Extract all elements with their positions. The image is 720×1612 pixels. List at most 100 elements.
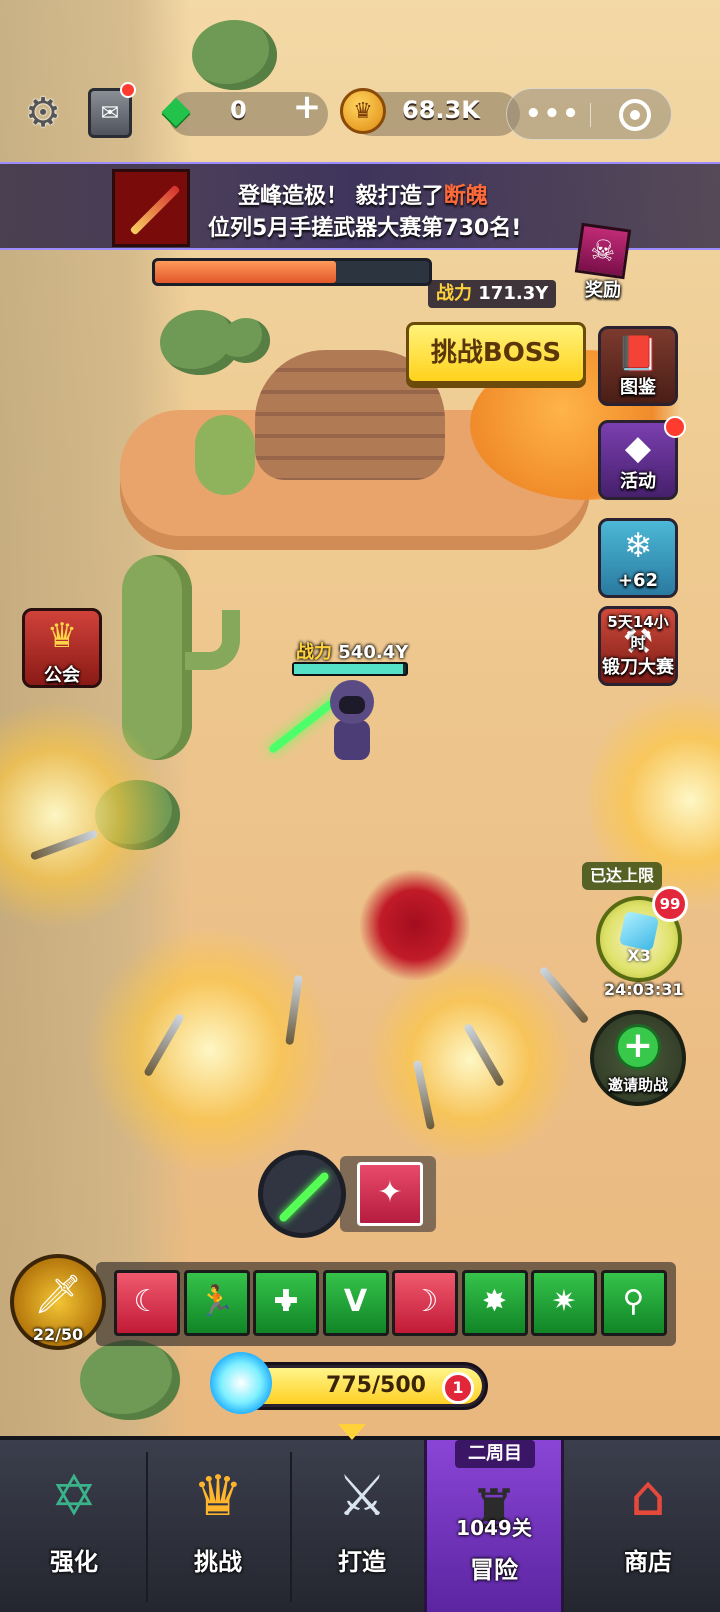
glowing-cube-icon	[210, 1352, 272, 1414]
coin-value: 68.3K	[402, 96, 480, 124]
ice-pet-icon: ❄	[623, 526, 653, 566]
gem-value: 0	[230, 96, 247, 124]
round-tag: 二周目	[455, 1440, 535, 1468]
bottom-nav: ✡ 强化 ♛ 挑战 ⚔ 打造 ♜ 冒险 ⌂ 商店	[0, 1436, 720, 1612]
gem-icon: ◆	[161, 87, 191, 131]
forge-contest-label: 锻刀大赛	[602, 657, 674, 678]
announcement-verb: 打造了	[377, 184, 444, 209]
hook-icon: ⚲	[622, 1284, 645, 1319]
nav-adventure-label: 冒险	[470, 1556, 518, 1584]
nav-pointer-icon	[338, 1424, 366, 1440]
boss-power-value: 171.3Y	[478, 283, 549, 304]
forge-badge: 1	[442, 1372, 474, 1404]
flame-crest-icon: ✦	[377, 1175, 403, 1210]
close-mini-program-icon[interactable]	[619, 99, 651, 131]
skill-slot[interactable]: ☽	[392, 1270, 458, 1336]
forge-contest-button[interactable]: 5天14小时 ⚒ 锻刀大赛	[598, 606, 678, 686]
skill-slot[interactable]: ✸	[461, 1270, 528, 1336]
equipped-weapon-slot[interactable]	[258, 1150, 346, 1238]
forge-level-button[interactable]: 🗡 22/50	[10, 1254, 106, 1350]
hero-power-tag: 战力 540.4Y	[296, 638, 408, 664]
ultimate-skill-button[interactable]: ✦	[357, 1162, 423, 1226]
buff-count-badge: 99	[652, 886, 688, 922]
guild-button[interactable]: ♛ 公会	[22, 608, 102, 688]
capsule-divider	[590, 103, 591, 127]
dash-runner-icon: 🏃	[197, 1284, 236, 1319]
nav-shop-label: 商店	[624, 1548, 672, 1576]
invite-label: 邀请助战	[607, 1076, 668, 1094]
reward-button[interactable]: ☠ 奖励	[572, 222, 634, 306]
boss-power-label: 战力	[436, 283, 472, 304]
nav-forge[interactable]: ⚔ 打造	[292, 1440, 432, 1612]
v-shield-icon: V	[343, 1284, 368, 1319]
sword-icon: ⚔	[336, 1464, 388, 1529]
nav-enhance[interactable]: ✡ 强化	[4, 1440, 144, 1612]
book-icon: 📕	[616, 334, 660, 374]
atlas-label: 图鉴	[620, 377, 656, 398]
light-burst	[80, 930, 340, 1170]
hero-body	[334, 720, 370, 760]
hero-health-bar	[292, 662, 408, 676]
hero-face	[339, 696, 365, 714]
invite-help-button[interactable]: + 邀请助战	[590, 1010, 686, 1106]
boss-power-tag: 战力 171.3Y	[428, 280, 557, 308]
pet-count: +62	[617, 570, 659, 591]
shop-stall-icon: ⌂	[630, 1464, 666, 1529]
boss-health-fill	[155, 261, 336, 283]
hero-power-value: 540.4Y	[338, 642, 409, 663]
nav-challenge[interactable]: ♛ 挑战	[148, 1440, 288, 1612]
skill-slot[interactable]: V	[322, 1270, 389, 1336]
green-sword-icon	[277, 1170, 331, 1224]
announcement-line-2: 位列5月手搓武器大赛第730名!	[208, 216, 522, 241]
player-name: 毅	[355, 184, 378, 209]
boss-health-bar	[152, 258, 432, 286]
ball-cactus	[192, 20, 277, 90]
challenge-boss-button[interactable]: 挑战BOSS	[406, 322, 586, 384]
forge-progress-text: 775/500	[326, 1373, 426, 1398]
crescent-moon-icon: ☽	[411, 1284, 439, 1319]
crown-coin-icon: ♛	[340, 88, 386, 134]
ice-cube-icon	[618, 910, 660, 952]
crown-icon: ♛	[192, 1464, 244, 1529]
weapon-name: 断魄	[443, 184, 488, 209]
announcement-prefix: 登峰造极！	[238, 184, 349, 209]
reward-label: 奖励	[585, 280, 621, 301]
cactus	[195, 415, 255, 495]
plus-icon: +	[615, 1024, 661, 1070]
buff-multiplier: X3	[627, 946, 651, 965]
light-burst	[360, 960, 580, 1160]
buff-timer: 24:03:31	[604, 980, 684, 999]
event-notification-dot	[664, 416, 686, 438]
crown-banner-icon: ♛	[46, 616, 78, 656]
blood-splash	[360, 870, 470, 980]
skill-slot[interactable]: ⚲	[600, 1270, 667, 1336]
hero-power-label: 战力	[296, 642, 332, 663]
limit-reached-tag: 已达上限	[582, 862, 663, 890]
ball-cactus	[222, 318, 270, 363]
red-sword-icon	[129, 184, 181, 236]
skill-slot[interactable]: ☾	[114, 1270, 180, 1336]
starburst-icon: ✸	[481, 1284, 508, 1319]
skill-slot[interactable]: ✚ 6	[253, 1270, 319, 1336]
hero-health-fill	[294, 664, 403, 674]
pet-button[interactable]: ❄ +62	[598, 518, 678, 598]
announcement-line-1: 登峰造极！ 毅打造了断魄	[238, 178, 720, 210]
skill-slot[interactable]: 🏃	[183, 1270, 250, 1336]
mini-program-capsule: •••	[506, 88, 672, 140]
nav-enhance-label: 强化	[50, 1548, 98, 1576]
forge-contest-timer: 5天14小时	[607, 613, 669, 652]
nav-shop[interactable]: ⌂ 商店	[578, 1440, 718, 1612]
starburst-alt-icon: ✷	[551, 1284, 577, 1319]
settings-gear-icon[interactable]: ⚙	[20, 90, 66, 136]
hero-character	[267, 680, 382, 775]
atlas-button[interactable]: 📕 图鉴	[598, 326, 678, 406]
skill-slot[interactable]: ✷	[531, 1270, 597, 1336]
buy-gems-button[interactable]: +	[290, 90, 324, 126]
more-options-button[interactable]: •••	[525, 99, 581, 129]
ball-cactus	[80, 1340, 180, 1420]
hexagram-book-icon: ✡	[50, 1464, 98, 1529]
stage-number: 1049关	[456, 1516, 532, 1540]
forge-count: 22/50	[32, 1325, 84, 1344]
nav-challenge-label: 挑战	[194, 1548, 242, 1576]
guild-label: 公会	[44, 665, 80, 686]
